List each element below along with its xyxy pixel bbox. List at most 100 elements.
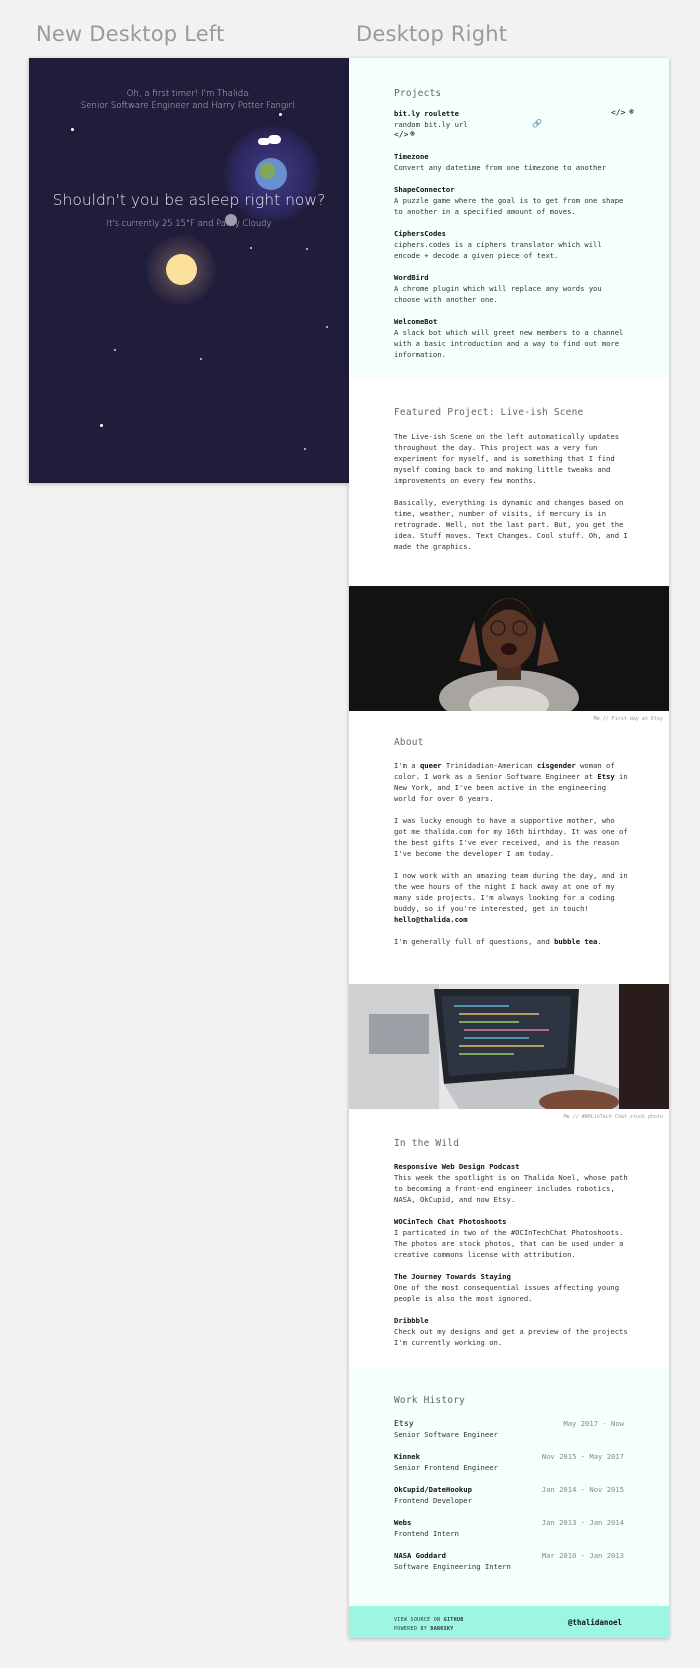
job-entry: Kinnek Senior Frontend Engineer Nov 2015… xyxy=(394,1451,624,1473)
wild-item-title[interactable]: Dribbble xyxy=(394,1315,629,1326)
moon-icon xyxy=(225,214,237,226)
dribbble-icon[interactable]: ⊛ xyxy=(410,129,415,138)
about-paragraph: I now work with an amazing team during t… xyxy=(394,870,629,925)
projects-section: Projects bit.ly roulette random bit.ly u… xyxy=(349,58,669,378)
link-icon[interactable]: 🔗 xyxy=(532,119,542,128)
footer: VIEW SOURCE ON GITHUB POWERED BY DARKSKY… xyxy=(349,1606,669,1638)
job-entry: NASA Goddard Software Engineering Intern… xyxy=(394,1550,624,1572)
job-entry: OkCupid/DateHookup Frontend Developer Ja… xyxy=(394,1484,624,1506)
code-icon[interactable]: </> xyxy=(611,108,625,117)
text: I now work with an amazing team during t… xyxy=(394,871,628,913)
about-paragraph: I'm generally full of questions, and bub… xyxy=(394,936,629,947)
view-source-line: VIEW SOURCE ON GITHUB xyxy=(394,1616,464,1625)
about-title: About xyxy=(394,737,424,748)
job-role: Senior Frontend Engineer xyxy=(394,1463,498,1472)
photo-stock xyxy=(349,984,669,1109)
artboard-label-left: New Desktop Left xyxy=(36,22,225,46)
sun-icon xyxy=(166,254,197,285)
job-dates: Jan 2014 - Nov 2015 xyxy=(541,1485,624,1494)
project-desc: Convert any datetime from one timezone t… xyxy=(394,163,607,172)
live-scene-artboard: Oh, a first timer! I'm Thalida. Senior S… xyxy=(29,58,349,483)
email-link[interactable]: hello@thalida.com xyxy=(394,914,629,925)
star xyxy=(114,349,116,351)
project-name[interactable]: bit.ly roulette xyxy=(394,108,629,119)
job-role: Frontend Developer xyxy=(394,1496,472,1505)
wild-item-title[interactable]: WOCinTech Chat Photoshoots xyxy=(394,1216,629,1227)
content-artboard: Projects bit.ly roulette random bit.ly u… xyxy=(349,58,669,1638)
portrait-image xyxy=(349,586,669,711)
project-item: WordBird A chrome plugin which will repl… xyxy=(394,272,629,305)
wild-item-title[interactable]: The Journey Towards Staying xyxy=(394,1271,629,1282)
employer-link[interactable]: Etsy xyxy=(597,772,614,781)
wild-item-desc: This week the spotlight is on Thalida No… xyxy=(394,1173,628,1204)
laptop-image xyxy=(349,984,669,1109)
text: POWERED BY xyxy=(394,1626,431,1632)
project-desc: random bit.ly url xyxy=(394,120,468,129)
featured-section: Featured Project: Live-ish Scene The Liv… xyxy=(349,378,669,596)
project-name[interactable]: Timezone xyxy=(394,151,629,162)
weather-text: It's currently 25.15°F and Partly Cloudy xyxy=(106,218,272,228)
darksky-link[interactable]: DARKSKY xyxy=(430,1626,453,1632)
twitter-handle-link[interactable]: @thalidanoel xyxy=(568,1618,622,1627)
project-name[interactable]: WelcomeBot xyxy=(394,316,629,327)
artboard-label-right: Desktop Right xyxy=(356,22,508,46)
star xyxy=(71,128,74,131)
project-item: Timezone Convert any datetime from one t… xyxy=(394,151,629,173)
text: Trinidadian-American xyxy=(441,761,537,770)
project-item: WelcomeBot A slack bot which will greet … xyxy=(394,316,629,360)
job-role: Senior Software Engineer xyxy=(394,1430,498,1439)
wild-item: WOCinTech Chat Photoshoots I particated … xyxy=(394,1216,629,1260)
star xyxy=(250,247,252,249)
star xyxy=(279,113,282,116)
project-name[interactable]: WordBird xyxy=(394,272,629,283)
job-role: Software Engineering Intern xyxy=(394,1562,511,1571)
text: . xyxy=(597,937,602,946)
job-role: Frontend Intern xyxy=(394,1529,459,1538)
wild-item-desc: Check out my designs and get a preview o… xyxy=(394,1327,628,1347)
project-desc: A slack bot which will greet new members… xyxy=(394,328,624,359)
job-dates: May 2017 - Now xyxy=(563,1419,624,1428)
job-dates: Nov 2015 - May 2017 xyxy=(541,1452,624,1461)
project-item: ShapeConnector A puzzle game where the g… xyxy=(394,184,629,217)
dribbble-icon[interactable]: ⊛ xyxy=(629,107,634,116)
star xyxy=(306,248,308,250)
cloud-icon xyxy=(268,135,281,144)
wild-item: Responsive Web Design Podcast This week … xyxy=(394,1161,629,1205)
job-entry: Etsy Senior Software Engineer May 2017 -… xyxy=(394,1418,624,1440)
intro-tagline: Senior Software Engineer and Harry Potte… xyxy=(80,101,298,111)
wild-title: In the Wild xyxy=(394,1138,460,1149)
project-name[interactable]: ShapeConnector xyxy=(394,184,629,195)
job-entry: Webs Frontend Intern Jan 2013 - Jan 2014 xyxy=(394,1517,624,1539)
wild-item-desc: I particated in two of the #OCInTechChat… xyxy=(394,1228,624,1259)
job-dates: Mar 2010 - Jan 2013 xyxy=(541,1551,624,1560)
star xyxy=(304,448,306,450)
work-title: Work History xyxy=(394,1395,466,1406)
project-desc: A puzzle game where the goal is to get f… xyxy=(394,196,624,216)
text: cisgender xyxy=(536,761,576,770)
job-dates: Jan 2013 - Jan 2014 xyxy=(541,1518,624,1527)
intro-greeting: Oh, a first timer! I'm Thalida. xyxy=(126,89,252,99)
photo-caption: Me // #WOCinTech Chat stock photo xyxy=(563,1114,663,1120)
featured-paragraph: Basically, everything is dynamic and cha… xyxy=(394,498,628,551)
wild-item: The Journey Towards Staying One of the m… xyxy=(394,1271,629,1304)
work-section: Work History Etsy Senior Software Engine… xyxy=(349,1368,669,1606)
star xyxy=(100,424,103,427)
featured-paragraph: The Live-ish Scene on the left automatic… xyxy=(394,432,620,485)
project-desc: A chrome plugin which will replace any w… xyxy=(394,284,602,304)
wild-item-title[interactable]: Responsive Web Design Podcast xyxy=(394,1161,629,1172)
earth-icon xyxy=(255,158,287,190)
about-paragraph: I was lucky enough to have a supportive … xyxy=(394,816,628,858)
project-name[interactable]: CiphersCodes xyxy=(394,228,629,239)
project-item: CiphersCodes ciphers.codes is a ciphers … xyxy=(394,228,629,261)
wild-item-desc: One of the most consequential issues aff… xyxy=(394,1283,620,1303)
projects-title: Projects xyxy=(394,88,442,99)
featured-title: Featured Project: Live-ish Scene xyxy=(394,407,584,418)
project-item: bit.ly roulette random bit.ly url xyxy=(394,108,629,130)
github-link[interactable]: GITHUB xyxy=(444,1617,464,1623)
star xyxy=(200,358,202,360)
text: I'm generally full of questions, and xyxy=(394,937,555,946)
project-desc: ciphers.codes is a ciphers translator wh… xyxy=(394,240,602,260)
code-icon[interactable]: </> xyxy=(394,130,408,139)
photo-caption: Me // First day at Etsy xyxy=(593,716,663,722)
text: queer xyxy=(419,761,442,770)
